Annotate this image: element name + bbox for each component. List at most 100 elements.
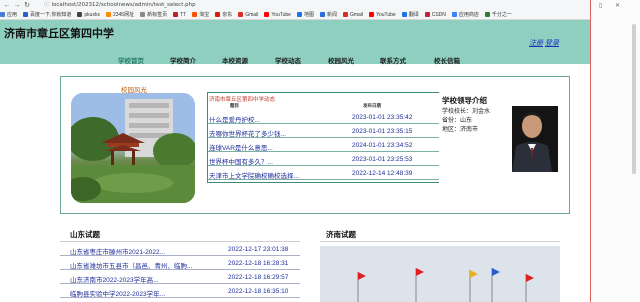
leader-principal: 学校校长：刘金水 — [442, 109, 491, 115]
news-row-date: 2023-01-01 23:35:42 — [352, 114, 413, 121]
reload-icon[interactable]: ↻ — [23, 2, 31, 10]
bookmark-item[interactable]: 地图 — [296, 11, 314, 20]
bookmark-label: 新闻 — [326, 12, 337, 18]
bookmark-item[interactable]: TT — [173, 11, 186, 20]
bookmark-favicon-icon — [105, 11, 111, 17]
nav-item[interactable]: 联系方式 — [380, 55, 406, 65]
shandong-row[interactable]: 山东济南市2022-2023学年高... 2022-12-18 16:29:57 — [60, 272, 300, 284]
bookmark-item[interactable]: Gmail — [343, 11, 363, 20]
bookmark-label: 京东 — [222, 12, 233, 18]
bookmark-label: 地图 — [303, 12, 314, 18]
bookmark-item[interactable]: 千分之一 — [484, 11, 512, 20]
leader-province: 省份：山东 — [442, 118, 473, 124]
bookmark-favicon-icon — [451, 11, 457, 17]
bookmark-label: 应用 — [7, 12, 18, 18]
bookmark-favicon-icon — [173, 11, 179, 17]
bookmark-label: 2345网址 — [112, 12, 135, 18]
news-row-title[interactable]: 天津市上文学院确校确校选择... — [209, 170, 299, 180]
news-row-title[interactable]: 什么是爱丹护校... — [209, 114, 260, 124]
news-row[interactable]: 天津市上文学院确校确校选择... 2022-12-14 12:48:39 — [208, 168, 454, 180]
bookmark-item[interactable]: 新闻 — [319, 11, 337, 20]
bookmark-label: 淘宝 — [199, 12, 210, 18]
bookmark-item[interactable]: 京东 — [215, 11, 232, 20]
shandong-row-date: 2022-12-18 16:29:57 — [228, 274, 289, 281]
news-row-date: 2023-01-01 23:25:53 — [352, 156, 413, 163]
news-row[interactable]: 连球VAR是什么意思... 2024-01-01 23:34:52 — [208, 140, 454, 152]
bookmark-label: Gmail — [245, 12, 259, 18]
shandong-row[interactable]: 临朐县实验中学2022-2023学年... 2022-12-18 16:35:10 — [60, 286, 300, 298]
bookmark-label: YouTube — [376, 12, 396, 18]
bookmark-item[interactable]: 应用商店 — [451, 11, 479, 20]
shandong-row-title[interactable]: 临朐县实验中学2022-2023学年... — [70, 288, 165, 298]
bookmark-label: 千分之一 — [491, 12, 512, 18]
nav-item[interactable]: 学校首页 — [118, 55, 144, 65]
bookmark-label: 百度一下,你就知道 — [30, 12, 72, 18]
nav-item[interactable]: 学校动态 — [275, 55, 301, 65]
nav-item[interactable]: 校园风光 — [328, 55, 354, 65]
shandong-row-title[interactable]: 山东省潍坊市五县市（昌邑、青州、临朐... — [70, 260, 192, 270]
address-text: localhost/202312/schoolnews/admin/test_s… — [51, 2, 196, 8]
login-link[interactable]: 登录 — [545, 40, 559, 47]
bookmark-label: CSDN — [431, 12, 446, 18]
nav-item[interactable]: 本校资源 — [222, 55, 248, 65]
bookmark-item[interactable]: 淘宝 — [192, 11, 209, 20]
address-bar[interactable]: ⓘ localhost/202312/schoolnews/admin/test_… — [44, 1, 344, 10]
bookmark-label: TT — [180, 12, 187, 18]
info-icon: ⓘ — [44, 2, 50, 8]
bookmark-label: YouTube — [271, 12, 291, 18]
close-panel-icon[interactable]: ✕ — [615, 2, 620, 9]
nav-item[interactable]: 校长信箱 — [434, 55, 460, 65]
forward-icon[interactable]: → — [13, 2, 21, 10]
content-box: 校园风光 济南市章丘区第四中学动态 题目 发布日期 什么是爱丹护校... 2023… — [60, 76, 570, 214]
site-header: 济南市章丘区第四中学 注册 登录 学校首页 学校简介 本校资源 学校动态 校园风光 联系方式… — [0, 20, 590, 65]
bookmark-item[interactable]: CSDN — [424, 11, 446, 20]
bookmark-label: 应用商店 — [458, 12, 479, 18]
news-row-title[interactable]: 连球VAR是什么意思... — [209, 142, 273, 152]
scrollbar[interactable] — [632, 24, 636, 174]
bookmark-favicon-icon — [192, 11, 198, 17]
news-row-date: 2023-01-01 23:35:15 — [352, 128, 413, 135]
bookmark-item[interactable]: YouTube — [369, 11, 396, 20]
bookmark-label: Gmail — [350, 12, 364, 18]
bookmark-item[interactable]: 翻译 — [401, 11, 419, 20]
register-link[interactable]: 注册 — [529, 40, 543, 47]
bookmark-item[interactable]: 百度一下,你就知道 — [23, 11, 71, 20]
news-row[interactable]: 去哪你世界杯花了多少钱... 2023-01-01 23:35:15 — [208, 126, 454, 138]
bookmark-favicon-icon — [0, 11, 5, 17]
news-row-title[interactable]: 去哪你世界杯花了多少钱... — [209, 128, 286, 138]
news-col-title: 题目 — [230, 103, 239, 108]
shandong-row-title[interactable]: 山东济南市2022-2023学年高... — [70, 274, 159, 284]
news-row[interactable]: 什么是爱丹护校... 2023-01-01 23:35:42 — [208, 112, 454, 124]
bookmark-item[interactable]: 2345网址 — [105, 11, 135, 20]
news-panel: 济南市章丘区第四中学动态 题目 发布日期 什么是爱丹护校... 2023-01-0… — [207, 92, 457, 183]
shandong-title: 山东试题 — [70, 230, 100, 239]
shandong-row-title[interactable]: 山东省枣庄市滕州市2021-2022... — [70, 246, 165, 256]
bookmark-label: pkuxkx — [84, 12, 100, 18]
bookmark-label: 新标签页 — [147, 12, 168, 18]
back-icon[interactable]: ← — [3, 2, 11, 10]
news-row[interactable]: 世界杯中国有多久？... 2023-01-01 23:25:53 — [208, 154, 454, 166]
bookmarks-bar: 应用 百度一下,你就知道 pkuxkx 2345网址 新标签页 TT 淘宝 京东 Gmail Yo… — [0, 11, 590, 20]
panel-icon[interactable]: ▯ — [599, 2, 602, 9]
main-nav: 学校首页 学校简介 本校资源 学校动态 校园风光 联系方式 校长信箱 — [100, 55, 540, 65]
shandong-row[interactable]: 山东省潍坊市五县市（昌邑、青州、临朐... 2022-12-18 16:28:31 — [60, 258, 300, 270]
shandong-row[interactable]: 山东省枣庄市滕州市2021-2022... 2022-12-17 23:01:38 — [60, 244, 300, 256]
shandong-section: 山东试题 山东省枣庄市滕州市2021-2022... 2022-12-17 23:… — [60, 228, 310, 302]
bookmark-item[interactable]: 新标签页 — [140, 11, 167, 20]
news-row-date: 2024-01-01 23:34:52 — [352, 142, 413, 149]
nav-item[interactable]: 学校简介 — [170, 55, 196, 65]
bookmark-label: 翻译 — [408, 12, 419, 18]
bookmark-item[interactable]: 应用 — [0, 11, 17, 20]
bookmark-favicon-icon — [140, 11, 146, 17]
leader-photo — [512, 106, 558, 172]
bookmark-item[interactable]: pkuxkx — [77, 11, 100, 20]
news-col-date: 发布日期 — [363, 103, 381, 108]
leader-panel: 学校领导介绍 学校校长：刘金水 省份：山东 地区：济南市 — [439, 92, 558, 183]
news-row-title[interactable]: 世界杯中国有多久？... — [209, 156, 273, 166]
jinan-section: 济南试题 — [320, 228, 570, 302]
browser-chrome: ← → ↻ ⓘ localhost/202312/schoolnews/admin… — [0, 0, 590, 20]
bookmark-item[interactable]: Gmail — [238, 11, 258, 20]
shandong-row-date: 2022-12-18 16:35:10 — [228, 288, 289, 295]
bookmark-favicon-icon — [238, 11, 244, 17]
bookmark-item[interactable]: YouTube — [264, 11, 291, 20]
